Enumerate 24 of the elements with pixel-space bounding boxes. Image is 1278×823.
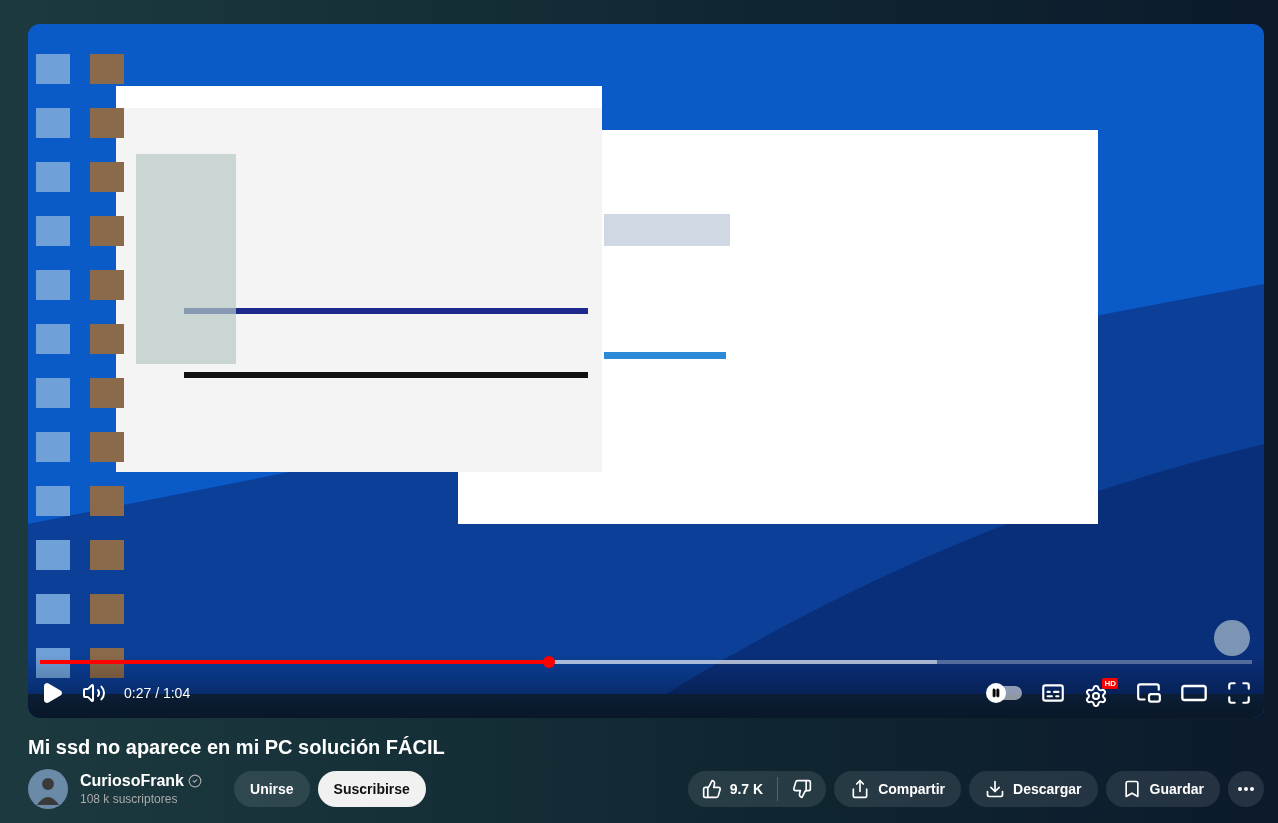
hd-badge: HD [1102, 678, 1118, 689]
join-button[interactable]: Unirse [234, 771, 310, 807]
settings-icon [1084, 684, 1108, 708]
share-button[interactable]: Compartir [834, 771, 962, 807]
autoplay-toggle[interactable] [988, 686, 1022, 700]
save-button[interactable]: Guardar [1105, 771, 1220, 807]
thumbs-up-icon [701, 779, 722, 799]
video-title: Mi ssd no aparece en mi PC solución FÁCIL [28, 736, 446, 759]
channel-name[interactable]: CuriosoFrank [80, 772, 184, 790]
settings-button[interactable]: HD [1084, 678, 1118, 708]
volume-button[interactable] [82, 681, 106, 705]
time-display: 0:27 / 1:04 [124, 685, 191, 701]
download-button[interactable]: Descargar [969, 771, 1098, 807]
subscriber-count: 108 k suscriptores [80, 792, 179, 806]
share-icon [850, 779, 871, 799]
more-button[interactable] [1228, 771, 1264, 807]
channel-avatar[interactable] [28, 769, 68, 809]
download-icon [985, 779, 1006, 799]
miniplayer-button[interactable] [1136, 680, 1162, 706]
fullscreen-button[interactable] [1226, 680, 1252, 706]
pause-icon [991, 688, 1001, 698]
thumbs-down-icon [792, 779, 813, 799]
more-icon [1238, 787, 1254, 791]
subscribe-button[interactable]: Suscribirse [317, 771, 426, 807]
